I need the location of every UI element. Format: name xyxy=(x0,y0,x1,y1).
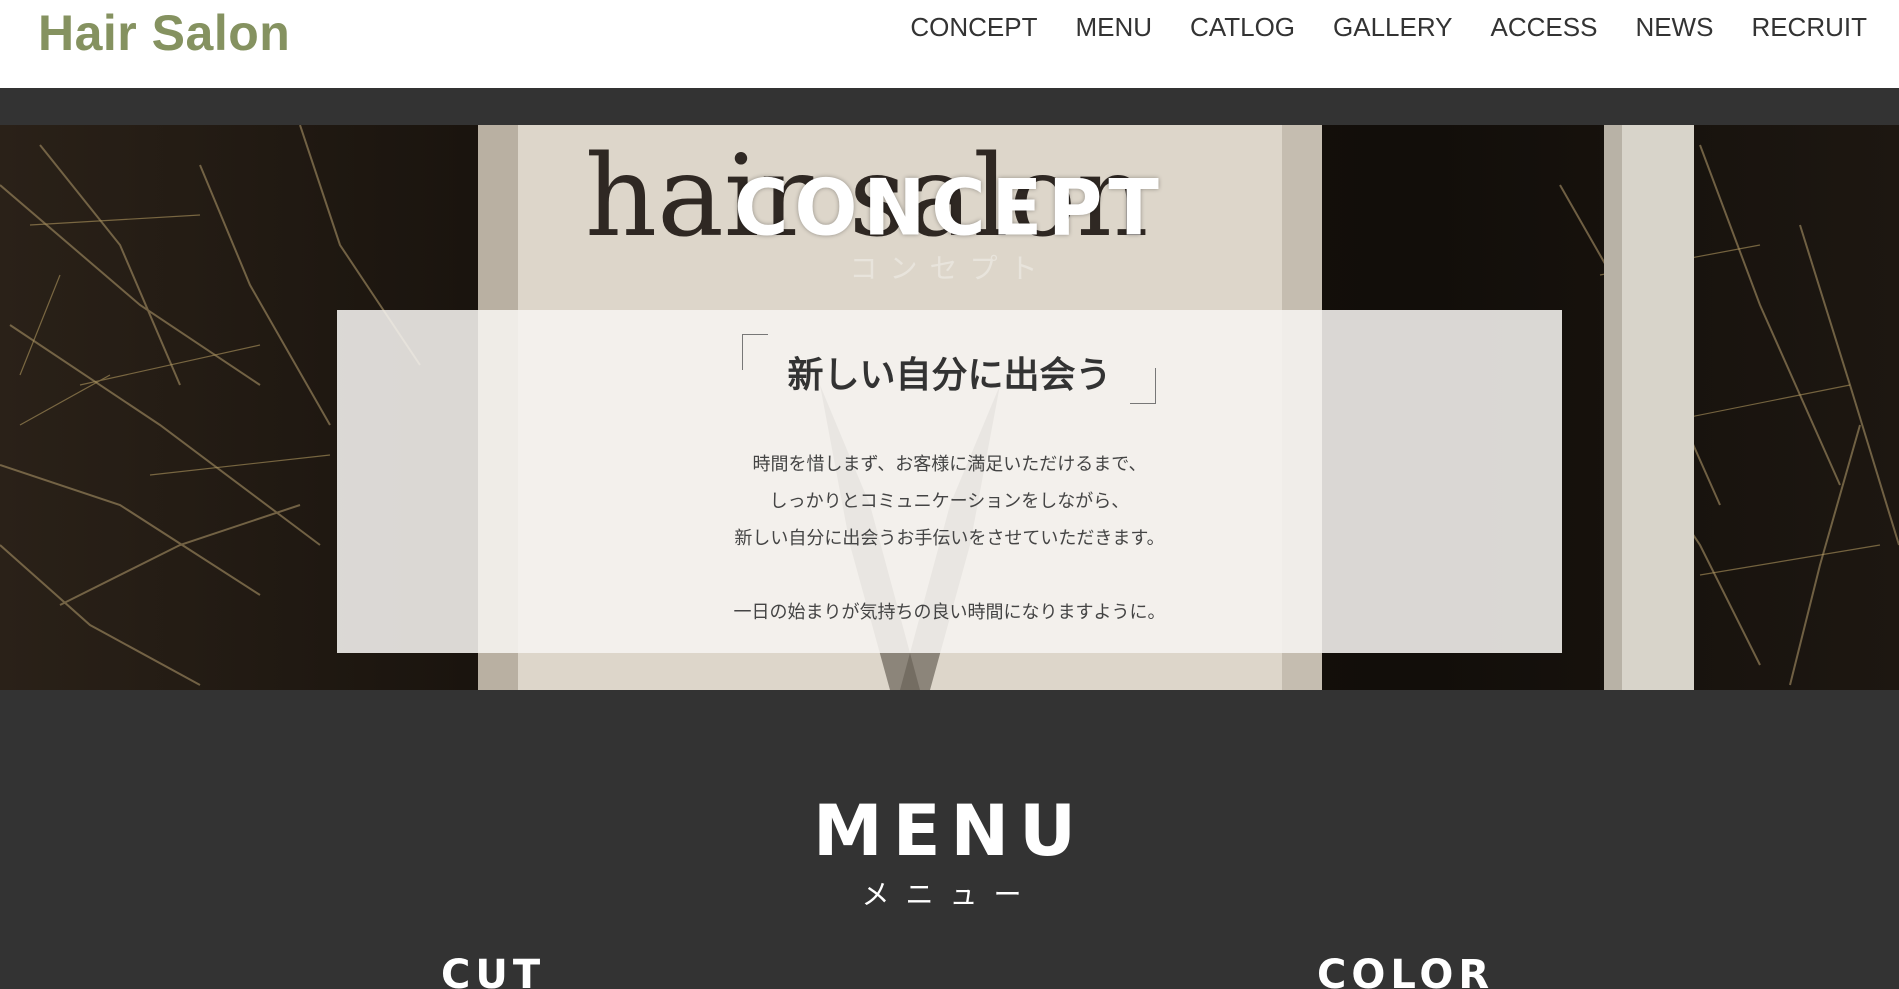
site-header: Hair Salon CONCEPT MENU CATLOG GALLERY A… xyxy=(0,0,1899,88)
concept-line-2: しっかりとコミュニケーションをしながら、 xyxy=(769,491,1130,512)
nav-access[interactable]: ACCESS xyxy=(1491,12,1598,43)
concept-description: 時間を惜しまず、お客様に満足いただけるまで、 しっかりとコミュニケーションをしな… xyxy=(337,446,1562,631)
nav-menu[interactable]: MENU xyxy=(1075,12,1152,43)
nav-concept[interactable]: CONCEPT xyxy=(910,12,1037,43)
concept-line-3: 新しい自分に出会うお手伝いをさせていただきます。 xyxy=(734,528,1165,549)
site-logo[interactable]: Hair Salon xyxy=(38,4,290,62)
concept-section: hair salon CONCEPT コンセプト 新しい自分に出会う 時間を惜し… xyxy=(0,125,1899,690)
concept-line-5: 一日の始まりが気持ちの良い時間になりますように。 xyxy=(733,602,1166,623)
menu-subtitle: メニュー xyxy=(861,878,1038,911)
concept-line-1: 時間を惜しまず、お客様に満足いただけるまで、 xyxy=(752,454,1147,475)
nav-catalog[interactable]: CATLOG xyxy=(1190,12,1295,43)
nav-gallery[interactable]: GALLERY xyxy=(1333,12,1452,43)
nav-recruit[interactable]: RECRUIT xyxy=(1751,12,1867,43)
concept-subtitle: コンセプト xyxy=(849,252,1050,285)
concept-title: CONCEPT xyxy=(734,162,1165,254)
menu-category-color: COLOR xyxy=(1317,952,1495,989)
concept-box: 新しい自分に出会う 時間を惜しまず、お客様に満足いただけるまで、 しっかりとコミ… xyxy=(337,310,1562,653)
menu-category-cut: CUT xyxy=(441,952,546,989)
concept-line-blank xyxy=(337,557,1562,594)
menu-title: MENU xyxy=(813,790,1086,872)
main-nav: CONCEPT MENU CATLOG GALLERY ACCESS NEWS … xyxy=(910,12,1867,43)
nav-news[interactable]: NEWS xyxy=(1635,12,1713,43)
concept-catchphrase: 新しい自分に出会う xyxy=(787,355,1112,396)
